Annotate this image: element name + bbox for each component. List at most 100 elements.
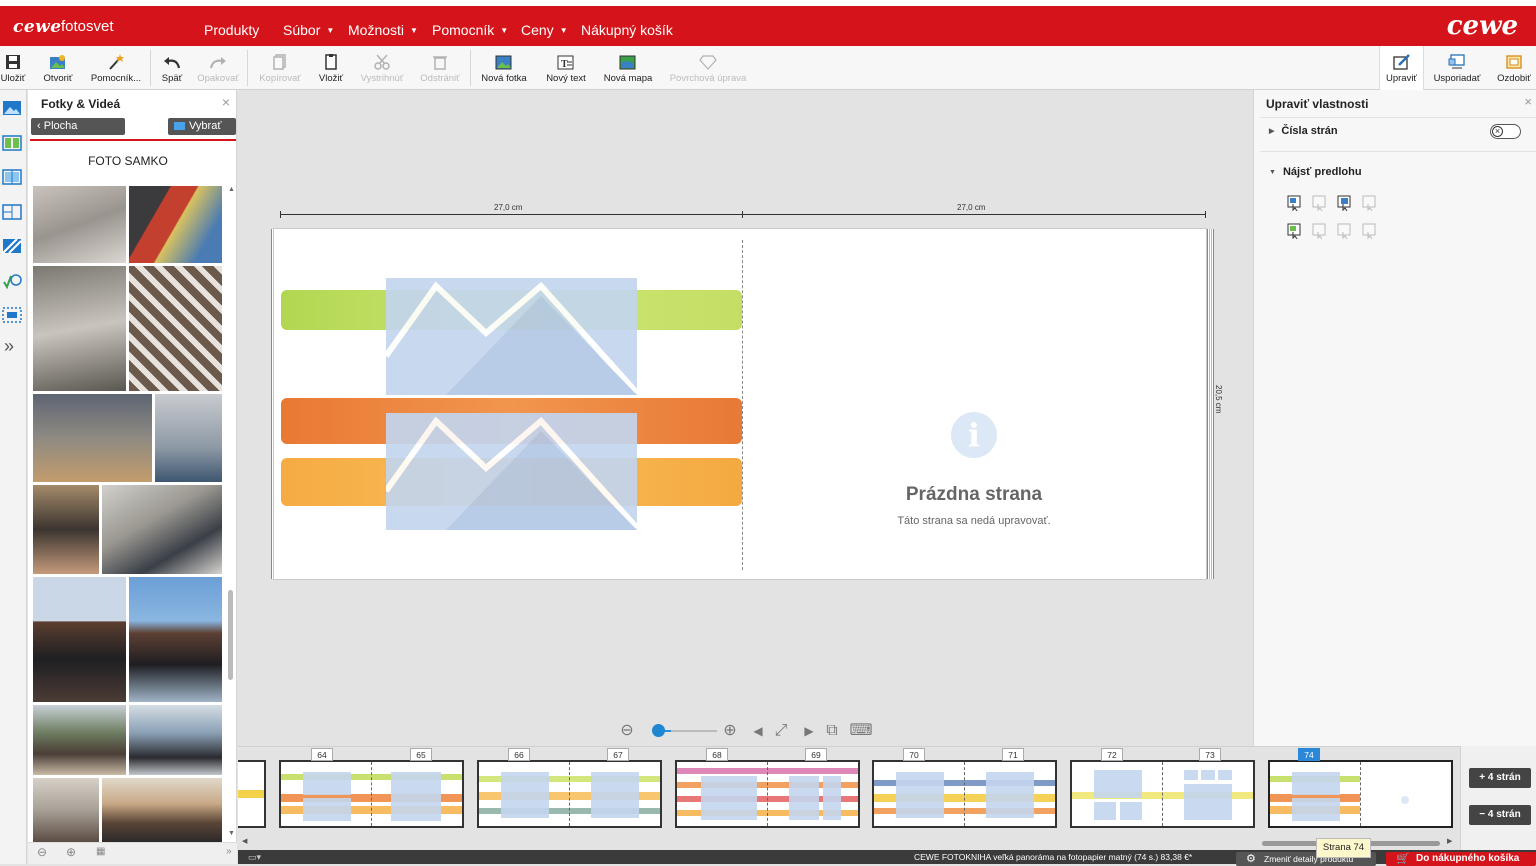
page-number-label[interactable]: 64 (311, 748, 333, 761)
select-folder-button[interactable]: Vybrať (168, 118, 236, 135)
backgrounds-icon[interactable] (2, 169, 22, 185)
photo-thumbnail[interactable] (129, 577, 222, 702)
spread-thumbnail[interactable] (1070, 760, 1255, 828)
zoom-out-icon[interactable]: ⊖ (618, 722, 636, 740)
page-numbers-toggle[interactable]: × (1490, 124, 1521, 139)
spread-thumbnail[interactable] (675, 760, 860, 828)
scroll-up-icon[interactable]: ▲ (228, 186, 235, 193)
photo-thumbnail[interactable] (129, 705, 222, 775)
spread-thumbnail[interactable] (477, 760, 662, 828)
close-icon[interactable]: × (1524, 94, 1532, 109)
next-page-icon[interactable]: ▶ (800, 722, 818, 740)
page-number-label[interactable]: 69 (805, 748, 827, 761)
cewe-logo[interactable]: cewe (13, 17, 62, 37)
photo-thumbnail[interactable] (33, 186, 126, 263)
surface-finish-button[interactable]: Povrchová úprava (665, 46, 751, 90)
fit-to-screen-icon[interactable]: ⤢ (772, 722, 790, 740)
clipart-icon[interactable] (2, 273, 22, 289)
photo-thumbnail[interactable] (33, 705, 126, 775)
expand-panel-icon[interactable]: » (4, 336, 14, 357)
view-options-icon[interactable]: ▭▾ (248, 852, 261, 863)
open-button[interactable]: Otvoriť (40, 46, 76, 90)
photo-placeholder[interactable] (386, 278, 637, 395)
expand-icon[interactable]: » (226, 846, 232, 857)
save-button[interactable]: Uložiť (0, 46, 26, 90)
photos-videos-icon[interactable] (2, 100, 22, 116)
page-number-label[interactable]: 71 (1002, 748, 1024, 761)
spread-thumbnail[interactable] (872, 760, 1057, 828)
nav-produkty[interactable]: Produkty (204, 22, 259, 38)
delete-button[interactable]: Odstrániť (418, 46, 462, 90)
nav-pomocnik[interactable]: Pomocník ▼ (432, 22, 508, 38)
page-number-label[interactable]: 67 (607, 748, 629, 761)
remove-pages-button[interactable]: − 4 strán (1469, 805, 1531, 825)
zoom-in-icon[interactable]: ⊕ (66, 845, 76, 859)
page-number-label[interactable]: 65 (410, 748, 432, 761)
paste-button[interactable]: Vložiť (316, 46, 346, 90)
page-layout-icon[interactable] (2, 204, 22, 220)
template-layout-icon[interactable] (1337, 195, 1353, 211)
scrollbar-thumb[interactable] (228, 590, 233, 680)
page-numbers-section[interactable]: ▶ Čísla strán (1269, 125, 1338, 137)
copy-button[interactable]: Kopírovať (258, 46, 302, 90)
page-number-label[interactable]: 72 (1101, 748, 1123, 761)
page-number-label[interactable]: 73 (1199, 748, 1221, 761)
layouts-icon[interactable] (2, 135, 22, 151)
photo-thumbnail[interactable] (102, 485, 222, 574)
photo-thumbnail[interactable] (155, 394, 222, 482)
template-layout-icon[interactable] (1362, 223, 1378, 239)
page-settings-icon[interactable]: ⧉ (823, 722, 841, 740)
edit-mode-tab[interactable]: Upraviť (1379, 46, 1424, 90)
grid-view-icon[interactable]: ▦ (96, 846, 105, 857)
photo-thumbnail[interactable] (33, 778, 99, 842)
photo-thumbnail[interactable] (129, 266, 222, 391)
find-template-section[interactable]: ▼ Nájsť predlohu (1269, 166, 1362, 178)
arrange-mode-tab[interactable]: Usporiadať (1430, 46, 1484, 90)
photo-thumbnail[interactable] (33, 266, 126, 391)
page-number-label[interactable]: 66 (508, 748, 530, 761)
keyboard-icon[interactable]: ⌨ (848, 722, 874, 740)
photo-thumbnail[interactable] (33, 577, 126, 702)
frames-icon[interactable] (2, 307, 22, 323)
close-icon[interactable]: × (222, 94, 230, 110)
scroll-right-icon[interactable]: ▶ (1447, 837, 1452, 845)
assistant-button[interactable]: Pomocník... (89, 46, 143, 90)
patterns-icon[interactable] (2, 238, 22, 254)
add-pages-button[interactable]: + 4 strán (1469, 768, 1531, 788)
spread-thumbnail[interactable] (238, 760, 266, 828)
cut-button[interactable]: Vystrihnúť (357, 46, 407, 90)
template-layout-icon[interactable] (1337, 223, 1353, 239)
spread-thumbnail[interactable] (279, 760, 464, 828)
new-text-button[interactable]: T Nový text (542, 46, 590, 90)
photo-placeholder[interactable] (386, 413, 637, 530)
template-layout-icon[interactable] (1287, 195, 1303, 211)
page-number-label[interactable]: 68 (706, 748, 728, 761)
nav-cart[interactable]: Nákupný košík (581, 22, 673, 38)
nav-ceny[interactable]: Ceny ▼ (521, 22, 568, 38)
page-number-label-active[interactable]: 74 (1298, 748, 1320, 761)
zoom-out-icon[interactable]: ⊖ (37, 845, 47, 859)
redo-button[interactable]: Opakovať (196, 46, 240, 90)
template-layout-icon[interactable] (1312, 223, 1328, 239)
new-photo-button[interactable]: Nová fotka (478, 46, 530, 90)
back-to-desktop-button[interactable]: ‹ Plocha (31, 118, 125, 135)
photo-thumbnail[interactable] (33, 485, 99, 574)
scroll-down-icon[interactable]: ▼ (228, 830, 235, 837)
photo-thumbnail[interactable] (33, 394, 152, 482)
zoom-in-icon[interactable]: ⊕ (721, 722, 739, 740)
undo-button[interactable]: Späť (160, 46, 184, 90)
photo-thumbnail[interactable] (129, 186, 222, 263)
template-layout-icon[interactable] (1312, 195, 1328, 211)
page-number-label[interactable]: 70 (903, 748, 925, 761)
zoom-slider-knob[interactable] (652, 724, 665, 737)
scroll-left-icon[interactable]: ◀ (242, 837, 247, 845)
nav-subor[interactable]: Súbor ▼ (283, 22, 334, 38)
spread-thumbnail-active[interactable] (1268, 760, 1453, 828)
photo-thumbnail[interactable] (102, 778, 222, 842)
decorate-mode-tab[interactable]: Ozdobiť (1494, 46, 1534, 90)
template-layout-icon[interactable] (1362, 195, 1378, 211)
new-map-button[interactable]: Nová mapa (602, 46, 654, 90)
nav-moznosti[interactable]: Možnosti ▼ (348, 22, 418, 38)
previous-page-icon[interactable]: ◀ (749, 722, 767, 740)
template-layout-icon[interactable] (1287, 223, 1303, 239)
